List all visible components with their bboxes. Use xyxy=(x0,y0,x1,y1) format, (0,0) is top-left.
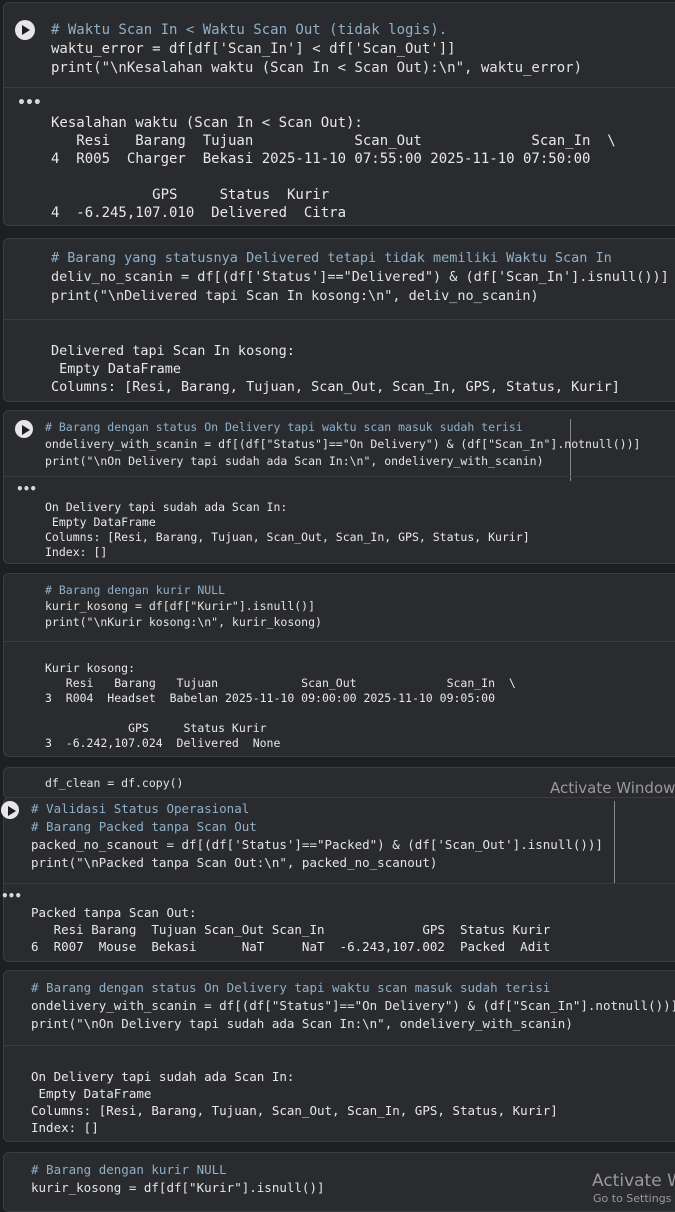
output-line: 4 R005 Charger Bekasi 2025-11-10 07:55:0… xyxy=(51,151,591,167)
cell-separator xyxy=(4,883,675,884)
cell-output: Kurir kosong: Resi Barang Tujuan Scan_Ou… xyxy=(45,662,516,753)
cell-output: Delivered tapi Scan In kosong: Empty Dat… xyxy=(51,344,620,399)
code-line: print("\nKesalahan waktu (Scan In < Scan… xyxy=(51,60,583,76)
output-line: 3 R004 Headset Babelan 2025-11-10 09:00:… xyxy=(45,691,496,705)
output-line: 3 -6.242,107.024 Delivered None xyxy=(45,736,281,750)
code-cell-3[interactable]: # Barang dengan status On Delivery tapi … xyxy=(3,410,675,564)
code-cell-4[interactable]: # Barang dengan kurir NULL kurir_kosong … xyxy=(3,573,675,757)
code-editor[interactable]: # Barang yang statusnya Delivered tetapi… xyxy=(51,251,669,309)
code-line: print("\nOn Delivery tapi sudah ada Scan… xyxy=(31,1016,573,1031)
output-line: Resi Barang Tujuan Scan_Out Scan_In \ xyxy=(51,133,616,149)
code-editor[interactable]: df_clean = df.copy() xyxy=(45,776,184,793)
cell-separator xyxy=(4,1045,675,1046)
output-line: Kesalahan waktu (Scan In < Scan Out): xyxy=(51,115,363,131)
output-line: 6 R007 Mouse Bekasi NaT NaT -6.243,107.0… xyxy=(31,939,551,954)
cell-separator xyxy=(4,319,675,320)
code-cell-7[interactable]: # Barang dengan status On Delivery tapi … xyxy=(3,970,675,1142)
activate-windows-watermark: Activate Windows xyxy=(550,779,675,797)
code-line: print("\nKurir kosong:\n", kurir_kosong) xyxy=(45,615,322,629)
code-editor[interactable]: # Validasi Status Operasional # Barang P… xyxy=(31,802,603,875)
cell-output: Packed tanpa Scan Out: Resi Barang Tujua… xyxy=(31,906,551,958)
code-editor[interactable]: # Waktu Scan In < Waktu Scan Out (tidak … xyxy=(51,23,582,80)
text-cursor xyxy=(614,801,615,883)
cell-output: Kesalahan waktu (Scan In < Scan Out): Re… xyxy=(51,116,616,224)
output-line: Index: [] xyxy=(45,545,108,559)
run-cell-icon[interactable] xyxy=(15,420,33,438)
output-line: Columns: [Resi, Barang, Tujuan, Scan_Out… xyxy=(45,530,530,544)
run-cell-icon[interactable] xyxy=(1,801,19,819)
code-line: waktu_error = df[df['Scan_In'] < df['Sca… xyxy=(51,41,456,57)
code-cell-6[interactable]: # Validasi Status Operasional # Barang P… xyxy=(1,797,675,962)
code-editor[interactable]: # Barang dengan kurir NULL kurir_kosong … xyxy=(31,1163,325,1200)
output-line: 4 -6.245,107.010 Delivered Citra xyxy=(51,205,347,221)
cell-separator xyxy=(4,641,675,642)
output-line: GPS Status Kurir xyxy=(51,187,330,203)
code-editor[interactable]: # Barang dengan status On Delivery tapi … xyxy=(31,981,675,1036)
go-to-settings-watermark: Go to Settings xyxy=(593,1192,672,1205)
output-line: Columns: [Resi, Barang, Tujuan, Scan_Out… xyxy=(31,1103,558,1118)
run-cell-icon[interactable] xyxy=(15,20,35,40)
code-cell-8[interactable]: # Barang dengan kurir NULL kurir_kosong … xyxy=(3,1152,675,1212)
code-line: print("\nDelivered tapi Scan In kosong:\… xyxy=(51,288,539,304)
code-line: print("\nPacked tanpa Scan Out:\n", pack… xyxy=(31,855,438,870)
output-more-icon[interactable]: ••• xyxy=(16,482,37,496)
cell-separator xyxy=(4,476,675,477)
output-more-icon[interactable]: ••• xyxy=(1,889,22,903)
code-cell-2[interactable]: # Barang yang statusnya Delivered tetapi… xyxy=(3,238,675,402)
activate-windows-watermark: Activate W xyxy=(592,1171,675,1191)
code-editor[interactable]: # Barang dengan kurir NULL kurir_kosong … xyxy=(45,584,322,633)
cell-output: On Delivery tapi sudah ada Scan In: Empt… xyxy=(31,1070,558,1139)
code-line: df_clean = df.copy() xyxy=(45,776,184,790)
code-line: print("\nOn Delivery tapi sudah ada Scan… xyxy=(45,454,544,468)
output-line: Columns: [Resi, Barang, Tujuan, Scan_Out… xyxy=(51,379,620,395)
code-editor[interactable]: # Barang dengan status On Delivery tapi … xyxy=(45,421,640,473)
cell-output: On Delivery tapi sudah ada Scan In: Empt… xyxy=(45,501,530,562)
code-cell-1[interactable]: # Waktu Scan In < Waktu Scan Out (tidak … xyxy=(3,2,675,226)
output-more-icon[interactable]: ••• xyxy=(17,95,42,111)
cell-separator xyxy=(4,87,675,88)
code-line: kurir_kosong = df[df["Kurir"].isnull()] xyxy=(31,1180,325,1195)
output-line: Index: [] xyxy=(31,1120,99,1135)
code-line: # Waktu Scan In < Waktu Scan Out (tidak … xyxy=(51,22,448,38)
